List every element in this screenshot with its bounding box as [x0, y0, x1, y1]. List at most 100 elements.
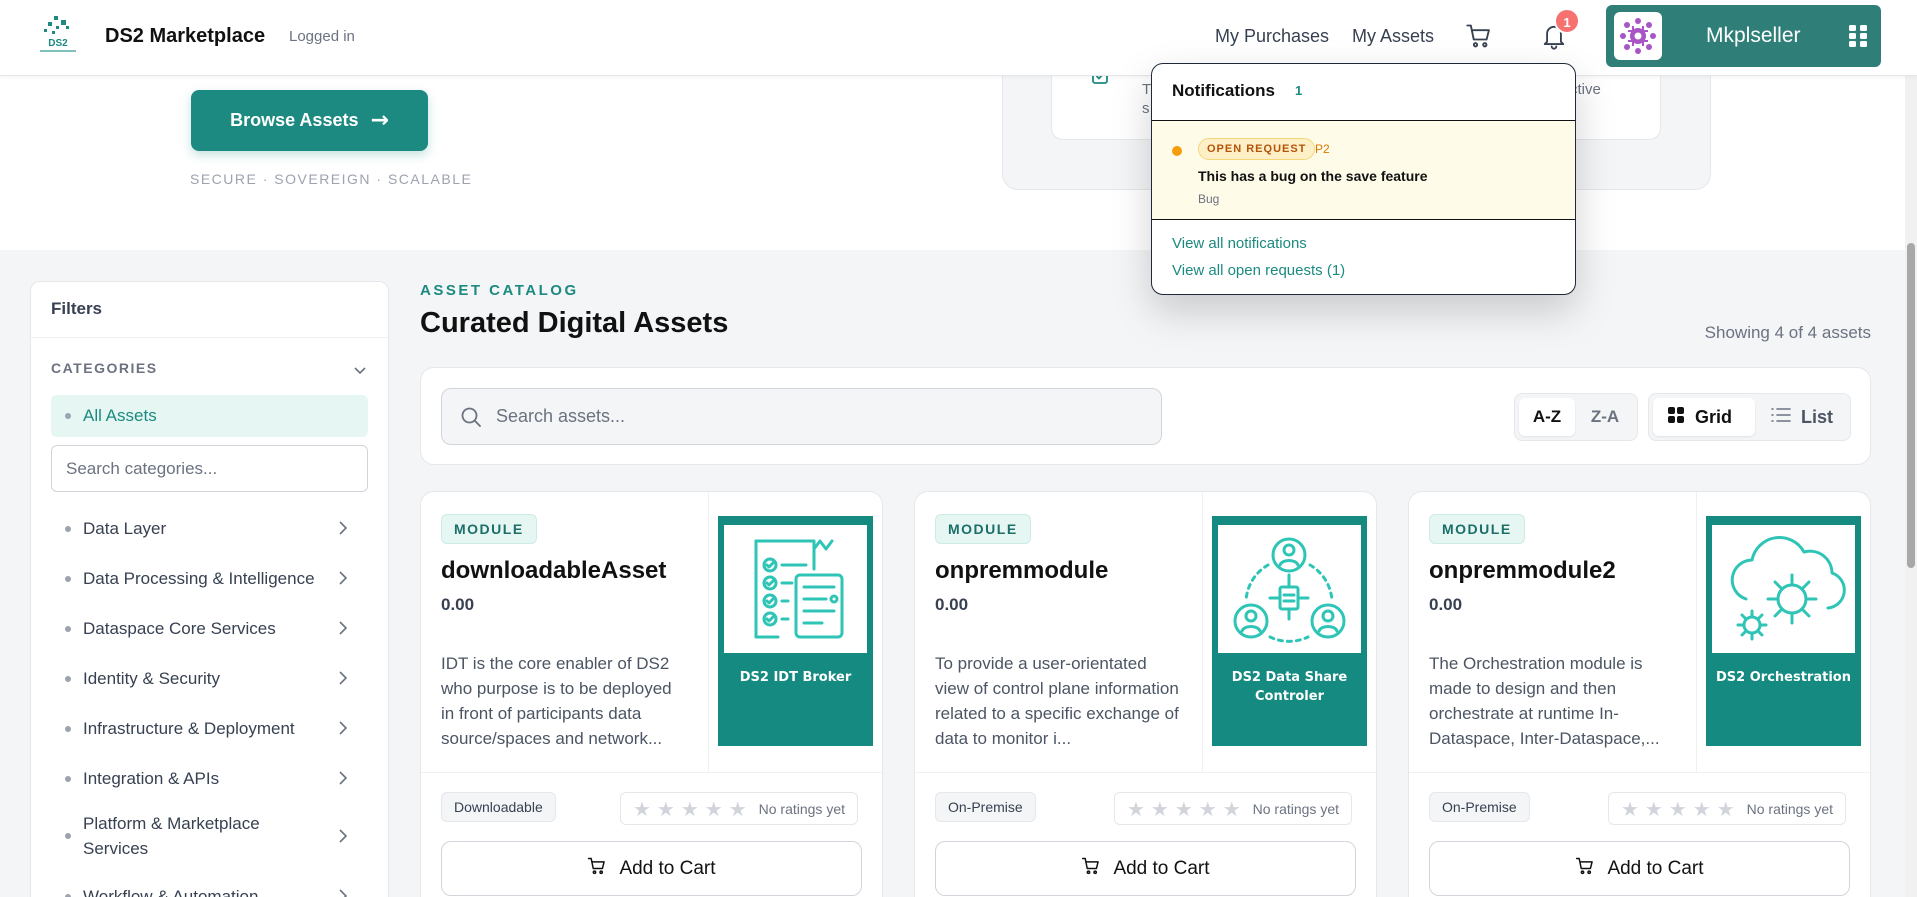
list-view-label: List — [1801, 406, 1834, 427]
asset-name[interactable]: onpremmodule2 — [1429, 557, 1616, 585]
bullet-dot — [65, 833, 71, 839]
divider — [708, 492, 709, 772]
asset-thumbnail[interactable]: DS2 Data Share Controler — [1212, 516, 1367, 746]
sort-az-button[interactable]: A-Z — [1519, 398, 1575, 436]
divider — [31, 337, 388, 338]
login-status: Logged in — [289, 28, 355, 45]
chevron-right-icon — [334, 719, 350, 742]
star-icon: ★ — [1644, 796, 1663, 821]
star-icon: ★ — [1198, 796, 1217, 821]
chevron-right-icon — [334, 887, 350, 897]
asset-card[interactable]: MODULE onpremmodule2 0.00 The Orchestrat… — [1408, 491, 1871, 897]
category-label: Workflow & Automation — [83, 887, 259, 897]
chevron-right-icon — [334, 769, 350, 792]
search-icon — [460, 406, 482, 433]
cloud-gears-icon — [1712, 525, 1855, 653]
category-label: Platform & Marketplace Services — [83, 814, 260, 858]
ds2-logo[interactable]: DS2 — [34, 14, 82, 56]
view-all-notifications-link[interactable]: View all notifications — [1172, 235, 1307, 252]
asset-search-box[interactable] — [441, 388, 1162, 445]
category-label: Data Processing & Intelligence — [83, 569, 315, 588]
notification-title: This has a bug on the save feature — [1198, 168, 1428, 184]
nav-my-assets[interactable]: My Assets — [1352, 26, 1434, 47]
asset-thumbnail[interactable]: DS2 Orchestration — [1706, 516, 1861, 746]
category-item-identity-security[interactable]: Identity & Security — [51, 658, 368, 700]
asset-name[interactable]: downloadableAsset — [441, 557, 666, 585]
page-scrollbar-thumb[interactable] — [1907, 243, 1915, 568]
category-item-data-layer[interactable]: Data Layer — [51, 508, 368, 550]
cart-icon[interactable] — [1465, 22, 1493, 55]
divider — [421, 772, 882, 773]
view-open-requests-link[interactable]: View all open requests (1) — [1172, 262, 1345, 279]
bullet-dot — [65, 726, 71, 732]
divider — [1202, 492, 1203, 772]
notifications-count: 1 — [1295, 83, 1303, 98]
filters-panel: Filters CATEGORIES All Assets Data Layer… — [30, 281, 389, 897]
asset-card[interactable]: MODULE onpremmodule 0.00 To provide a us… — [914, 491, 1377, 897]
checklist-document-icon — [724, 525, 867, 653]
chevron-right-icon — [334, 619, 350, 642]
catalog-title: Curated Digital Assets — [420, 307, 729, 339]
add-to-cart-button[interactable]: Add to Cart — [441, 841, 862, 896]
category-item-dataspace-core[interactable]: Dataspace Core Services — [51, 608, 368, 650]
cart-icon — [1575, 856, 1595, 882]
category-item-platform-marketplace[interactable]: Platform & Marketplace Services — [51, 806, 368, 866]
unread-dot-icon — [1172, 146, 1182, 156]
category-label: All Assets — [83, 406, 157, 425]
asset-name[interactable]: onpremmodule — [935, 557, 1108, 585]
notifications-title: Notifications — [1172, 81, 1275, 100]
browse-assets-button[interactable]: Browse Assets → — [191, 90, 428, 151]
list-view-button[interactable]: List — [1759, 398, 1847, 436]
chevron-down-icon[interactable] — [352, 362, 368, 383]
star-icon: ★ — [1668, 796, 1687, 821]
category-label: Integration & APIs — [83, 769, 220, 788]
hero-tagline: SECURE · SOVEREIGN · SCALABLE — [190, 171, 473, 187]
star-icon: ★ — [656, 796, 675, 821]
asset-search-input[interactable] — [496, 389, 1146, 444]
asset-card[interactable]: MODULE downloadableAsset 0.00 IDT is the… — [420, 491, 883, 897]
grid-view-button[interactable]: Grid — [1653, 398, 1755, 436]
asset-price: 0.00 — [1429, 595, 1463, 614]
deployment-tag: On-Premise — [935, 792, 1036, 822]
category-label: Data Layer — [83, 519, 167, 538]
category-item-workflow-automation[interactable]: Workflow & Automation — [51, 876, 368, 897]
asset-description: The Orchestration module is made to desi… — [1429, 654, 1660, 748]
add-to-cart-label: Add to Cart — [1113, 857, 1210, 879]
arrow-right-icon: → — [370, 108, 389, 133]
star-icon: ★ — [1150, 796, 1169, 821]
bullet-dot — [65, 676, 71, 682]
notification-item[interactable]: OPEN REQUEST P2 This has a bug on the sa… — [1152, 121, 1575, 219]
notifications-dropdown: Notifications 1 OPEN REQUEST P2 This has… — [1151, 63, 1576, 295]
asset-description: IDT is the core enabler of DS2 who purpo… — [441, 654, 672, 748]
sort-za-button[interactable]: Z-A — [1577, 398, 1633, 436]
asset-thumbnail[interactable]: DS2 IDT Broker — [718, 516, 873, 746]
category-item-infrastructure[interactable]: Infrastructure & Deployment — [51, 708, 368, 750]
rating-text: No ratings yet — [1746, 800, 1833, 817]
bullet-dot — [65, 526, 71, 532]
category-label: Dataspace Core Services — [83, 619, 276, 638]
rating-text: No ratings yet — [758, 800, 845, 817]
user-menu[interactable]: Mkplseller — [1606, 5, 1881, 67]
divider — [1152, 219, 1575, 220]
brand-name[interactable]: DS2 Marketplace — [105, 25, 265, 48]
add-to-cart-button[interactable]: Add to Cart — [935, 841, 1356, 896]
add-to-cart-button[interactable]: Add to Cart — [1429, 841, 1850, 896]
star-icon: ★ — [1620, 796, 1639, 821]
hero-card-text: T — [1142, 81, 1152, 98]
category-all-assets[interactable]: All Assets — [51, 395, 368, 437]
bullet-dot — [65, 576, 71, 582]
thumbnail-title: DS2 Data Share Controler — [1231, 670, 1348, 704]
notification-type: Bug — [1198, 192, 1220, 206]
category-label: Infrastructure & Deployment — [83, 719, 295, 738]
nav-my-purchases[interactable]: My Purchases — [1215, 26, 1329, 47]
chevron-right-icon — [334, 569, 350, 592]
category-item-data-processing[interactable]: Data Processing & Intelligence — [51, 558, 368, 600]
category-item-integration-apis[interactable]: Integration & APIs — [51, 758, 368, 800]
asset-description: To provide a user-orientated view of con… — [935, 654, 1179, 748]
star-icon: ★ — [704, 796, 723, 821]
apps-grid-icon[interactable] — [1847, 23, 1869, 49]
category-search-input[interactable] — [51, 445, 368, 492]
deployment-tag: On-Premise — [1429, 792, 1530, 822]
logo-text: DS2 — [48, 38, 68, 49]
categories-label[interactable]: CATEGORIES — [51, 360, 158, 376]
